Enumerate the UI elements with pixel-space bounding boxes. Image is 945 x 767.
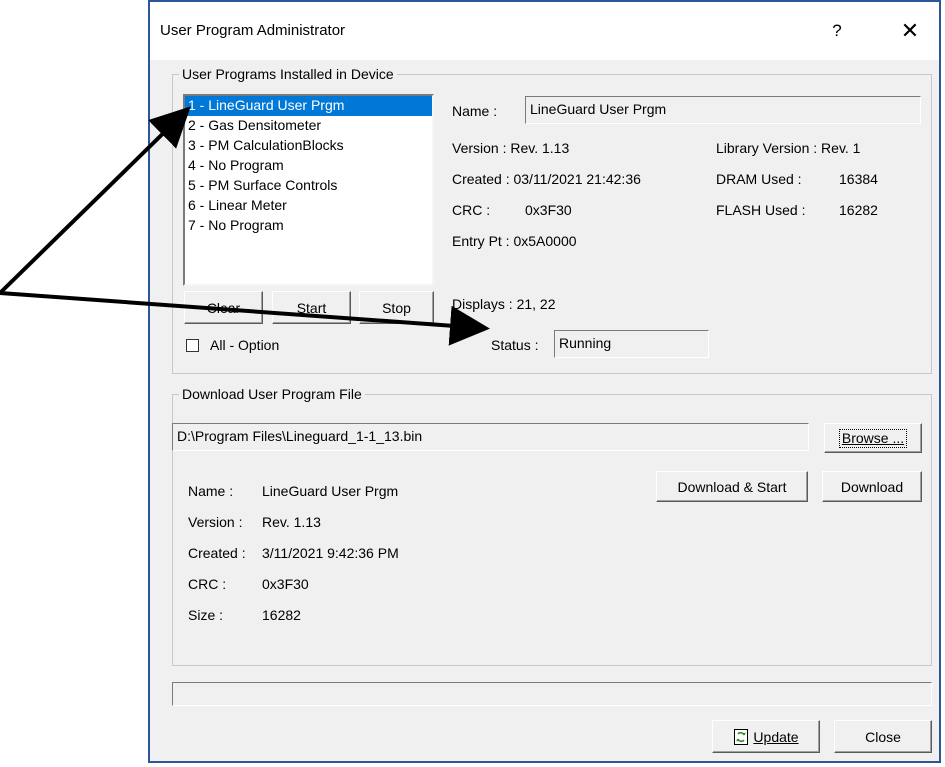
all-option-label: All - Option — [210, 337, 280, 353]
download-button[interactable]: Download — [822, 471, 922, 502]
update-button[interactable]: Update — [712, 720, 820, 753]
status-field: Running — [554, 330, 709, 358]
download-and-start-label: Download & Start — [677, 478, 787, 495]
status-label: Status : — [491, 337, 539, 353]
browse-button[interactable]: Browse ... — [824, 423, 922, 453]
displays-text: Displays : 21, 22 — [452, 296, 556, 312]
file-path-field[interactable]: D:\Program Files\Lineguard_1-1_13.bin — [172, 423, 809, 451]
flash-used-label: FLASH Used : — [716, 202, 806, 218]
flash-used-value: 16282 — [839, 202, 878, 218]
download-version-value: Rev. 1.13 — [262, 514, 321, 530]
download-crc-label: CRC : — [188, 576, 227, 592]
update-button-label: Update — [753, 728, 799, 745]
stop-button-label: Stop — [382, 299, 411, 316]
window-title: User Program Administrator — [160, 22, 346, 39]
progress-bar — [172, 682, 932, 706]
clear-button-label: Clear — [206, 299, 241, 316]
start-button[interactable]: Start — [272, 291, 351, 324]
close-button-label: Close — [865, 728, 901, 745]
title-bar: User Program Administrator ? ✕ — [150, 2, 939, 60]
all-option-checkbox[interactable] — [186, 339, 199, 352]
program-list-item[interactable]: 3 - PM CalculationBlocks — [185, 136, 432, 156]
download-size-label: Size : — [188, 607, 224, 623]
download-and-start-button[interactable]: Download & Start — [656, 471, 808, 502]
entry-point-text: Entry Pt : 0x5A0000 — [452, 233, 577, 249]
clear-button[interactable]: Clear — [184, 291, 263, 324]
download-created-value: 3/11/2021 9:42:36 PM — [262, 545, 399, 561]
version-text: Version : Rev. 1.13 — [452, 140, 570, 156]
library-version-text: Library Version : Rev. 1 — [716, 140, 861, 156]
download-group-label: Download User Program File — [182, 386, 362, 402]
download-created-label: Created : — [188, 545, 246, 561]
program-list-item[interactable]: 7 - No Program — [185, 216, 432, 236]
download-crc-value: 0x3F30 — [262, 576, 309, 592]
stop-button[interactable]: Stop — [359, 291, 434, 324]
dram-used-value: 16384 — [839, 171, 878, 187]
program-list-item[interactable]: 4 - No Program — [185, 156, 432, 176]
program-list-item[interactable]: 5 - PM Surface Controls — [185, 176, 432, 196]
created-text: Created : 03/11/2021 21:42:36 — [452, 171, 641, 187]
refresh-document-icon — [734, 728, 749, 745]
program-list-item[interactable]: 2 - Gas Densitometer — [185, 116, 432, 136]
download-button-label: Download — [840, 478, 904, 495]
download-name-value: LineGuard User Prgm — [262, 483, 399, 499]
program-list-item[interactable]: 6 - Linear Meter — [185, 196, 432, 216]
program-list-item[interactable]: 1 - LineGuard User Prgm — [185, 96, 432, 116]
user-program-administrator-window: User Program Administrator ? ✕ User Prog… — [148, 0, 941, 763]
help-button[interactable]: ? — [822, 16, 852, 46]
download-version-label: Version : — [188, 514, 243, 530]
browse-button-label: Browse ... — [838, 428, 908, 448]
crc-label: CRC : — [452, 202, 491, 218]
name-label: Name : — [452, 103, 498, 119]
crc-value: 0x3F30 — [525, 202, 572, 218]
download-size-value: 16282 — [262, 607, 301, 623]
window-close-button[interactable]: ✕ — [892, 14, 928, 48]
installed-programs-label: User Programs Installed in Device — [182, 66, 394, 82]
start-button-label: Start — [296, 299, 327, 316]
download-name-label: Name : — [188, 483, 234, 499]
program-name-field: LineGuard User Prgm — [525, 96, 921, 124]
close-button[interactable]: Close — [834, 720, 932, 753]
program-list[interactable]: 1 - LineGuard User Prgm 2 - Gas Densitome… — [183, 94, 434, 286]
dram-used-label: DRAM Used : — [716, 171, 802, 187]
